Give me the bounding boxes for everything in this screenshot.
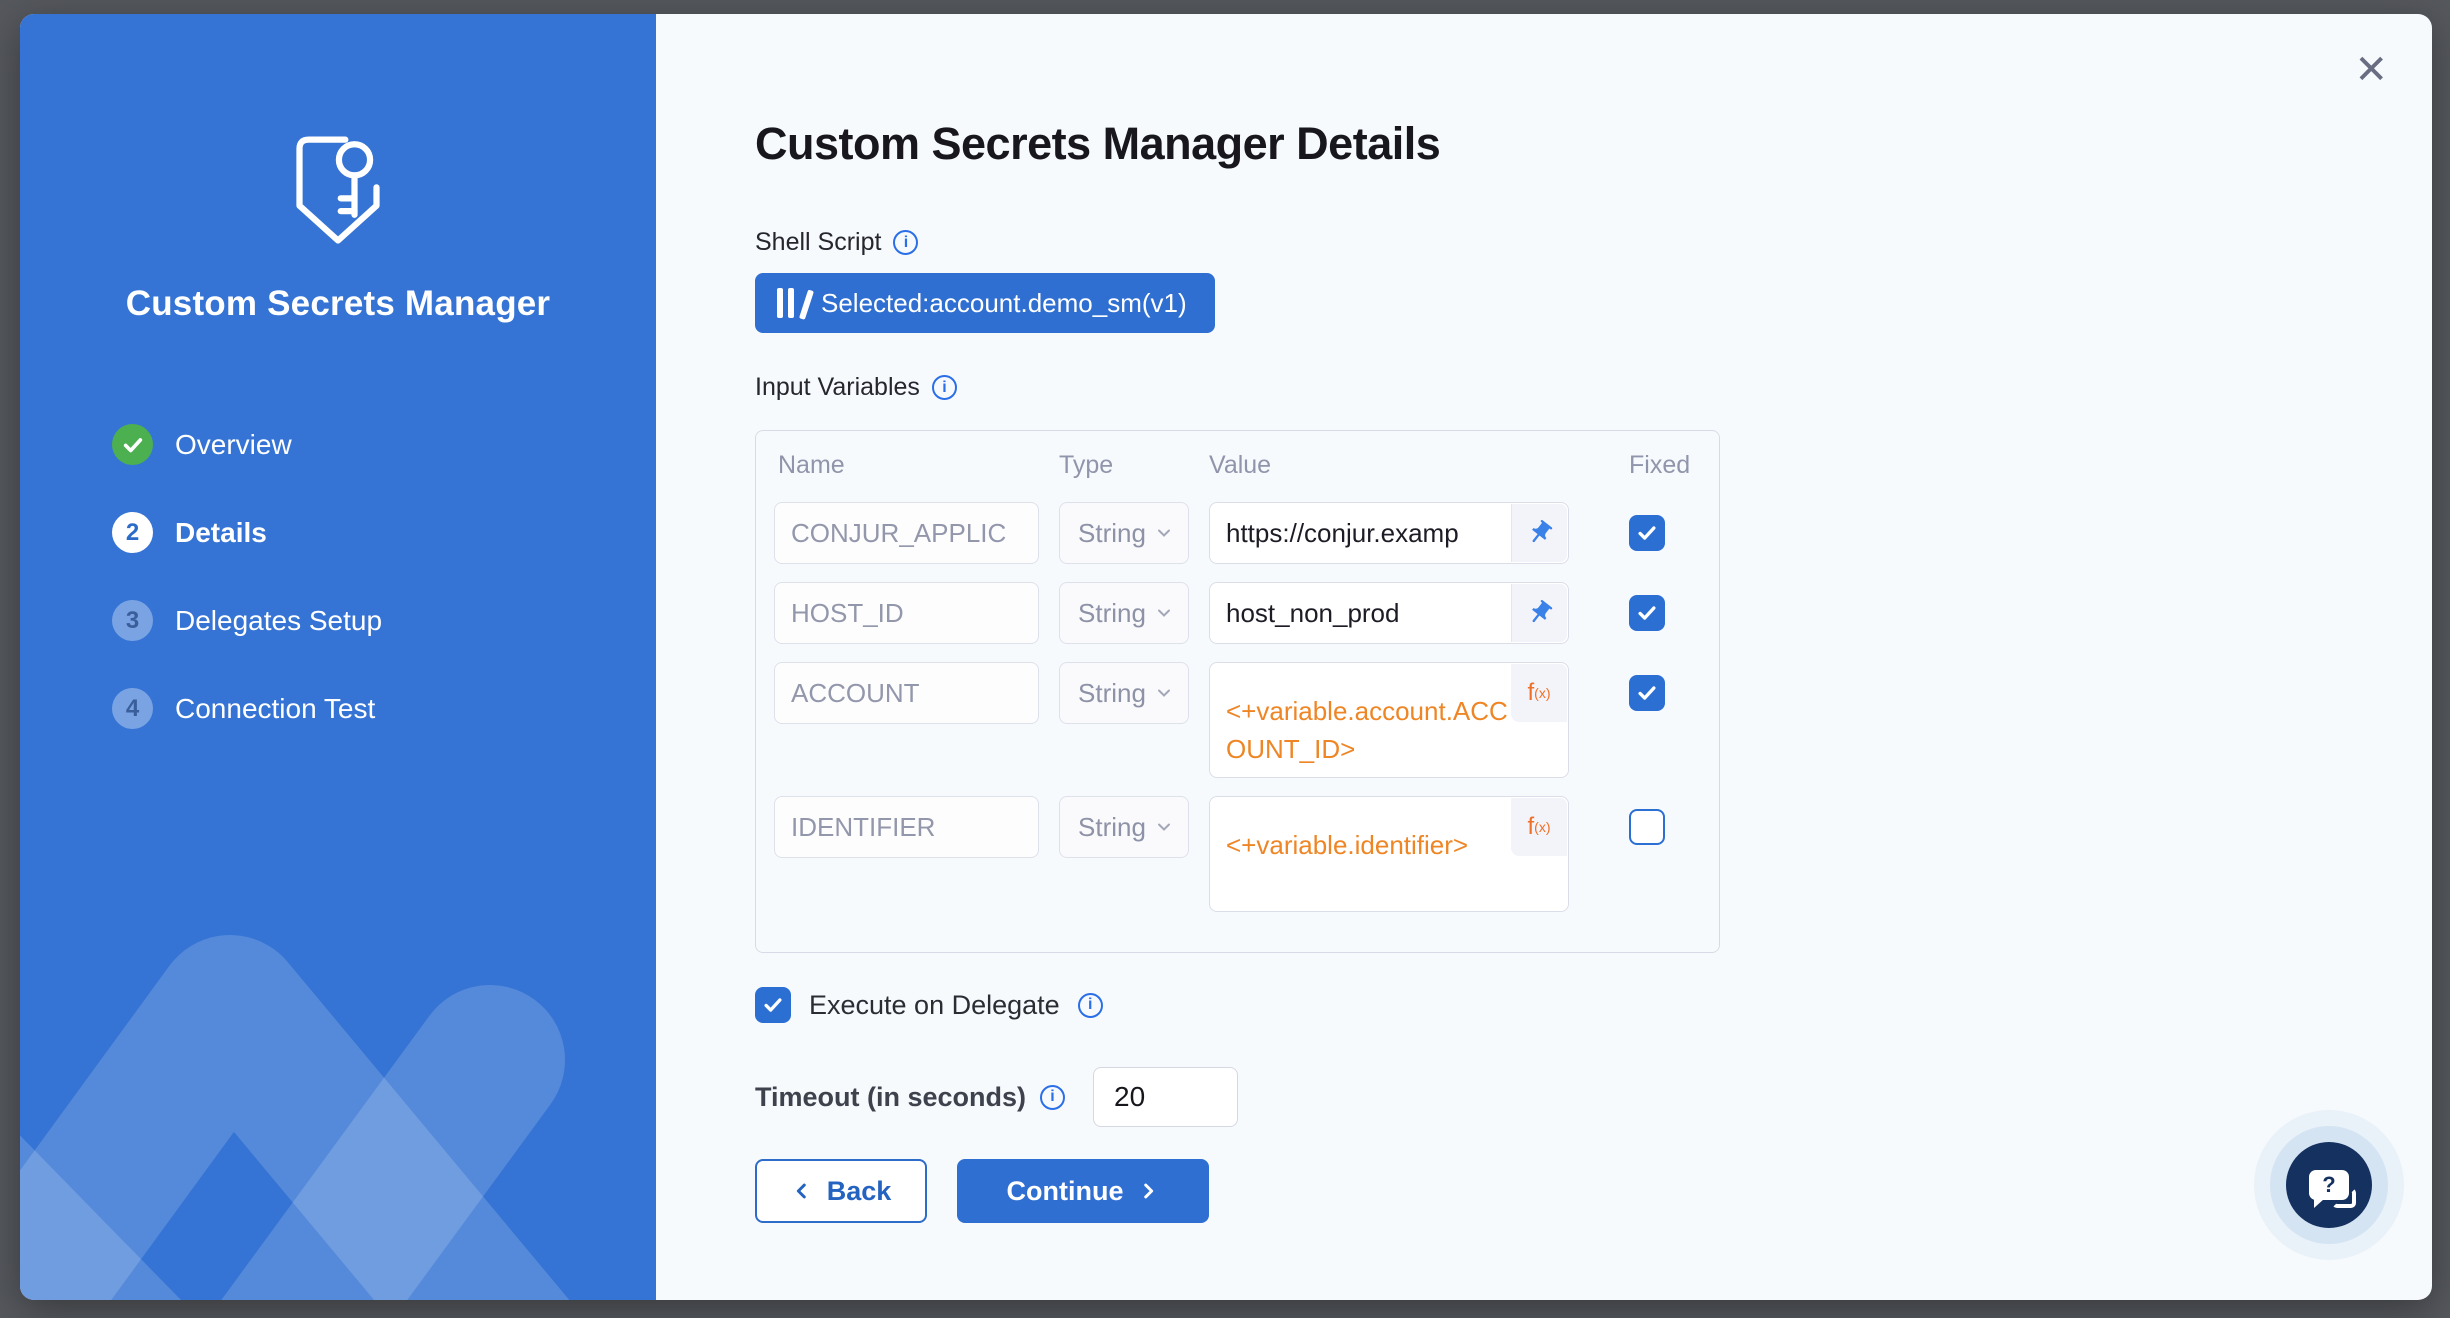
selected-script-label: Selected:account.demo_sm(v1)	[821, 288, 1187, 319]
variable-type-select[interactable]: String	[1059, 662, 1189, 724]
step-label: Connection Test	[175, 693, 375, 725]
help-chat-button[interactable]: ?	[2286, 1142, 2372, 1228]
step-details[interactable]: 2 Details	[112, 512, 656, 553]
sidebar-title: Custom Secrets Manager	[20, 284, 656, 324]
variable-value-input[interactable]: https://conjur.examp	[1209, 502, 1569, 564]
pin-icon[interactable]	[1511, 504, 1567, 562]
column-header-type: Type	[1059, 451, 1189, 480]
details-panel: ✕ Custom Secrets Manager Details Shell S…	[656, 14, 2432, 1300]
execute-on-delegate-checkbox[interactable]	[755, 987, 791, 1023]
info-icon[interactable]: i	[932, 375, 957, 400]
expression-fx-icon[interactable]: f(x)	[1511, 798, 1567, 856]
info-icon[interactable]: i	[893, 230, 918, 255]
step-check-icon	[112, 424, 153, 465]
custom-secrets-manager-modal: Custom Secrets Manager Overview 2 Detail…	[20, 14, 2432, 1300]
chat-bubble-outline-icon	[2332, 1188, 2356, 1208]
expression-value-text: <+variable.account.ACCOUNT_ID>	[1226, 696, 1508, 764]
variable-name-input[interactable]: CONJUR_APPLIC	[774, 502, 1039, 564]
fixed-checkbox[interactable]	[1629, 595, 1665, 631]
type-value: String	[1078, 812, 1146, 843]
chevron-down-icon	[1154, 683, 1174, 703]
chevron-down-icon	[1154, 523, 1174, 543]
secrets-manager-shield-key-icon	[283, 132, 393, 250]
close-icon[interactable]: ✕	[2354, 50, 2388, 90]
variable-type-select[interactable]: String	[1059, 796, 1189, 858]
step-label: Overview	[175, 429, 292, 461]
value-text: host_non_prod	[1226, 598, 1399, 629]
variable-value-input[interactable]: <+variable.identifier> f(x)	[1209, 796, 1569, 912]
library-icon	[777, 288, 805, 318]
variable-name-input[interactable]: ACCOUNT	[774, 662, 1039, 724]
step-delegates-setup[interactable]: 3 Delegates Setup	[112, 600, 656, 641]
variable-value-input[interactable]: host_non_prod	[1209, 582, 1569, 644]
selected-script-button[interactable]: Selected:account.demo_sm(v1)	[755, 273, 1215, 333]
input-variables-label-row: Input Variables i	[755, 373, 1735, 402]
wizard-buttons: Back Continue	[755, 1159, 1735, 1223]
value-text: https://conjur.examp	[1226, 518, 1459, 549]
column-header-fixed: Fixed	[1629, 451, 1690, 480]
type-value: String	[1078, 518, 1146, 549]
step-number: 4	[112, 688, 153, 729]
column-header-name: Name	[774, 451, 1039, 480]
expression-value-text: <+variable.identifier>	[1226, 830, 1468, 860]
back-button[interactable]: Back	[755, 1159, 927, 1223]
expression-fx-icon[interactable]: f(x)	[1511, 664, 1567, 722]
execute-on-delegate-row: Execute on Delegate i	[755, 987, 1735, 1023]
table-row: CONJUR_APPLIC String https://conjur.exam…	[774, 502, 1701, 564]
chevron-down-icon	[1154, 603, 1174, 623]
execute-on-delegate-label: Execute on Delegate	[809, 990, 1060, 1021]
shell-script-label-row: Shell Script i	[755, 228, 1735, 257]
shell-script-label: Shell Script	[755, 228, 881, 257]
info-icon[interactable]: i	[1078, 993, 1103, 1018]
fixed-checkbox[interactable]	[1629, 809, 1665, 845]
timeout-label: Timeout (in seconds)	[755, 1082, 1026, 1113]
input-variables-label: Input Variables	[755, 373, 920, 402]
step-label: Delegates Setup	[175, 605, 382, 637]
continue-button[interactable]: Continue	[957, 1159, 1209, 1223]
chevron-left-icon	[791, 1180, 813, 1202]
info-icon[interactable]: i	[1040, 1085, 1065, 1110]
step-overview[interactable]: Overview	[112, 424, 656, 465]
table-row: HOST_ID String host_non_prod	[774, 582, 1701, 644]
input-variables-table: Name Type Value Fixed CONJUR_APPLIC Stri…	[755, 430, 1720, 953]
table-row: ACCOUNT String <+variable.account.ACCOUN…	[774, 662, 1701, 778]
step-number: 3	[112, 600, 153, 641]
step-number: 2	[112, 512, 153, 553]
column-header-value: Value	[1209, 451, 1569, 480]
type-value: String	[1078, 678, 1146, 709]
wizard-sidebar: Custom Secrets Manager Overview 2 Detail…	[20, 14, 656, 1300]
back-button-label: Back	[827, 1176, 892, 1207]
type-value: String	[1078, 598, 1146, 629]
variable-type-select[interactable]: String	[1059, 582, 1189, 644]
variable-name-input[interactable]: HOST_ID	[774, 582, 1039, 644]
page-title: Custom Secrets Manager Details	[755, 118, 1735, 170]
step-connection-test[interactable]: 4 Connection Test	[112, 688, 656, 729]
chevron-down-icon	[1154, 817, 1174, 837]
pin-icon[interactable]	[1511, 584, 1567, 642]
timeout-row: Timeout (in seconds) i	[755, 1067, 1735, 1127]
variable-name-input[interactable]: IDENTIFIER	[774, 796, 1039, 858]
variable-type-select[interactable]: String	[1059, 502, 1189, 564]
table-row: IDENTIFIER String <+variable.identifier>…	[774, 796, 1701, 912]
fixed-checkbox[interactable]	[1629, 515, 1665, 551]
variable-value-input[interactable]: <+variable.account.ACCOUNT_ID> f(x)	[1209, 662, 1569, 778]
chevron-right-icon	[1137, 1180, 1159, 1202]
fixed-checkbox[interactable]	[1629, 675, 1665, 711]
table-header-row: Name Type Value Fixed	[774, 451, 1701, 480]
timeout-input[interactable]	[1093, 1067, 1238, 1127]
step-label: Details	[175, 517, 267, 549]
continue-button-label: Continue	[1007, 1176, 1124, 1207]
harness-logo-watermark	[20, 820, 656, 1300]
wizard-steps: Overview 2 Details 3 Delegates Setup 4 C…	[20, 424, 656, 729]
